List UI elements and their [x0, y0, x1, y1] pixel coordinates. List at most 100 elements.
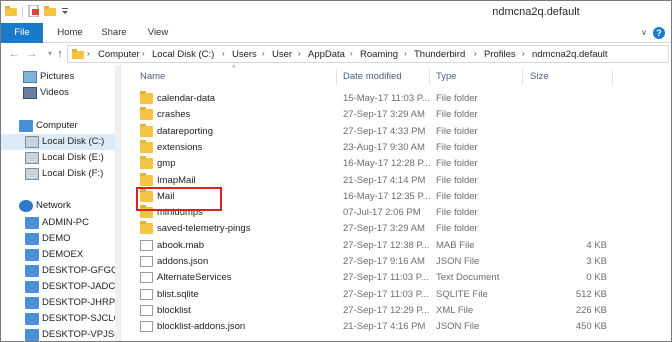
file-type: MAB File	[436, 239, 475, 251]
nav-item-label: Computer	[36, 120, 78, 131]
table-row[interactable]: blocklist-addons.json 21-Sep-17 4:16 PM JS…	[122, 319, 671, 335]
nav-item-label: Videos	[40, 87, 69, 98]
table-row[interactable]: blist.sqlite 27-Sep-17 11:03 P... SQLITE F…	[122, 287, 671, 303]
file-name: calendar-data	[157, 93, 216, 104]
file-icon	[140, 321, 153, 333]
column-header-date-modified[interactable]: Date modified	[343, 71, 402, 82]
computer-icon	[25, 265, 39, 277]
breadcrumb-current-folder[interactable]: ndmcna2q.default	[532, 49, 608, 60]
file-type: XML File	[436, 304, 474, 316]
expand-ribbon-icon[interactable]: ∨	[641, 28, 647, 37]
file-size: 0 KB	[586, 272, 607, 284]
nav-item-label: Local Disk (F:)	[42, 168, 104, 179]
date-modified: 21-Sep-17 4:14 PM	[343, 174, 426, 186]
tab-share[interactable]: Share	[97, 23, 131, 43]
column-header-type[interactable]: Type	[436, 71, 457, 82]
file-type: JSON File	[436, 321, 480, 333]
address-bar[interactable]: › Computer › Local Disk (C:) › Users › U…	[67, 45, 669, 63]
file-name: extensions	[157, 141, 203, 153]
computer-icon	[25, 297, 39, 309]
table-row[interactable]: AlternateServices 27-Sep-17 11:03 P... Tex…	[122, 270, 671, 286]
window-title: ndmcna2q.default	[492, 6, 580, 18]
date-modified: 21-Sep-17 4:16 PM	[343, 321, 426, 333]
file-name: addons.json	[157, 256, 209, 267]
file-type: File folder	[436, 158, 478, 170]
tab-home[interactable]: Home	[53, 23, 87, 43]
nav-scrollbar[interactable]	[115, 65, 120, 341]
file-icon	[140, 239, 153, 251]
computer-icon	[25, 249, 39, 261]
table-row[interactable]: abook.mab 27-Sep-17 12:38 P... MAB File 4 K…	[122, 238, 671, 254]
folder-icon	[140, 221, 153, 235]
breadcrumb-roaming[interactable]: Roaming	[360, 49, 398, 60]
breadcrumb-profiles[interactable]: Profiles	[484, 49, 516, 60]
column-divider[interactable]	[612, 69, 613, 85]
breadcrumb-local-disk[interactable]: Local Disk (C:)	[152, 49, 214, 60]
date-modified: 23-Aug-17 9:30 AM	[343, 141, 425, 153]
nav-item-label: Local Disk (E:)	[42, 152, 104, 163]
table-row[interactable]: extensions 23-Aug-17 9:30 AM File folder	[122, 139, 671, 156]
file-name: ImapMail	[157, 174, 196, 186]
tab-file[interactable]: File	[1, 23, 43, 43]
breadcrumb-separator-icon: ›	[404, 49, 407, 58]
column-header-name[interactable]: Name	[140, 71, 165, 82]
folder-icon	[140, 107, 153, 121]
nav-item-label: DESKTOP-VPJS3S	[42, 329, 121, 340]
pictures-icon	[23, 71, 37, 83]
column-divider[interactable]	[336, 69, 337, 85]
table-row[interactable]: addons.json 27-Sep-17 9:16 AM JSON File 3 K…	[122, 254, 671, 270]
nav-item-label: DEMO	[42, 233, 71, 244]
forward-button[interactable]: →	[25, 47, 39, 61]
breadcrumb-separator-icon: ›	[522, 49, 525, 58]
date-modified: 27-Sep-17 3:29 AM	[343, 223, 425, 235]
breadcrumb-thunderbird[interactable]: Thunderbird	[414, 49, 465, 60]
file-icon	[140, 304, 153, 316]
file-type: File folder	[436, 93, 478, 104]
file-type: File folder	[436, 141, 478, 153]
file-size: 3 KB	[586, 256, 607, 267]
drive-icon	[25, 136, 39, 148]
drive-icon	[25, 168, 39, 180]
up-button[interactable]: ↑	[53, 47, 67, 61]
nav-item-label: DESKTOP-JHRPS	[42, 297, 121, 308]
date-modified: 27-Sep-17 4:33 PM	[343, 125, 426, 137]
nav-item-label: DESKTOP-JADC7	[42, 281, 121, 292]
file-type: File folder	[436, 223, 478, 235]
breadcrumb-user[interactable]: User	[272, 49, 292, 60]
highlight-box-mail	[136, 187, 222, 211]
table-row[interactable]: saved-telemetry-pings 27-Sep-17 3:29 AM Fi…	[122, 221, 671, 237]
file-type: Text Document	[436, 272, 500, 284]
table-row[interactable]: blocklist 27-Sep-17 12:29 P... XML File 226…	[122, 303, 671, 319]
computer-icon	[25, 313, 39, 325]
back-button[interactable]: ←	[7, 47, 21, 61]
column-divider[interactable]	[522, 69, 523, 85]
computer-icon	[25, 329, 39, 341]
file-name: gmp	[157, 158, 176, 170]
date-modified: 07-Jul-17 2:06 PM	[343, 207, 421, 219]
breadcrumb-separator-icon: ›	[262, 49, 265, 58]
file-type: SQLITE File	[436, 288, 488, 300]
breadcrumb-separator-icon: ›	[142, 49, 145, 58]
column-header-size[interactable]: Size	[530, 71, 548, 82]
breadcrumb-computer[interactable]: Computer	[98, 49, 140, 60]
date-modified: 27-Sep-17 11:03 P...	[343, 288, 429, 300]
breadcrumb-separator-icon: ›	[298, 49, 301, 58]
ribbon: File Home Share View ∨ ?	[1, 23, 671, 43]
drive-icon	[25, 152, 39, 164]
table-row[interactable]: datareporting 27-Sep-17 4:33 PM File folde…	[122, 123, 671, 140]
breadcrumb-appdata[interactable]: AppData	[308, 49, 345, 60]
column-divider[interactable]	[429, 69, 430, 85]
computer-icon	[25, 281, 39, 293]
tab-view[interactable]: View	[141, 23, 175, 43]
breadcrumb-users[interactable]: Users	[232, 49, 257, 60]
file-size: 512 KB	[575, 288, 607, 300]
table-row[interactable]: calendar-data 15-May-17 11:03 P... File fo…	[122, 91, 671, 107]
file-icon	[140, 272, 153, 284]
table-row[interactable]: gmp 16-May-17 12:28 P... File folder	[122, 156, 671, 172]
videos-icon	[23, 87, 37, 99]
file-name: abook.mab	[157, 239, 205, 251]
date-modified: 27-Sep-17 11:03 P...	[343, 272, 429, 284]
help-icon[interactable]: ?	[653, 27, 665, 39]
table-row[interactable]: crashes 27-Sep-17 3:29 AM File folder	[122, 107, 671, 123]
file-type: File folder	[436, 125, 478, 137]
